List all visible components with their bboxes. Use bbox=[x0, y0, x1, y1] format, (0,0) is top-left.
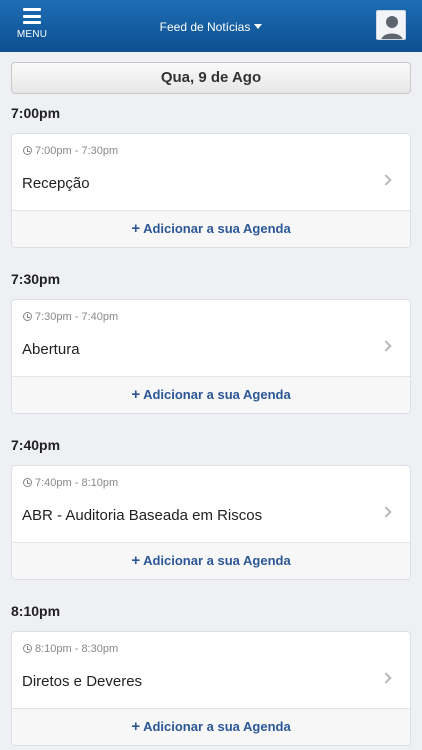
session-title: Recepção bbox=[22, 175, 90, 192]
session-group: 7:00pm 7:00pm - 7:30pm Recepção + Adicion… bbox=[11, 103, 411, 248]
profile-button[interactable] bbox=[376, 10, 406, 40]
clock-icon bbox=[23, 644, 32, 653]
chevron-right-icon bbox=[380, 174, 392, 186]
feed-dropdown[interactable]: Feed de Notícias bbox=[0, 20, 422, 34]
feed-title: Feed de Notícias bbox=[159, 20, 251, 34]
session-card: 8:10pm - 8:30pm Diretos e Deveres + Adici… bbox=[11, 631, 411, 746]
chevron-right-icon bbox=[380, 672, 392, 684]
plus-icon: + bbox=[131, 552, 141, 569]
session-item[interactable]: 7:00pm - 7:30pm Recepção bbox=[12, 134, 410, 210]
time-heading: 7:30pm bbox=[11, 271, 61, 287]
session-time-range: 7:00pm - 7:30pm bbox=[23, 145, 118, 157]
chevron-right-icon bbox=[380, 506, 392, 518]
plus-icon: + bbox=[131, 220, 141, 237]
add-to-agenda-button[interactable]: + Adicionar a sua Agenda bbox=[12, 210, 410, 247]
add-to-agenda-button[interactable]: + Adicionar a sua Agenda bbox=[12, 376, 410, 413]
session-item[interactable]: 7:30pm - 7:40pm Abertura bbox=[12, 300, 410, 376]
session-group: 8:10pm 8:10pm - 8:30pm Diretos e Deveres… bbox=[11, 601, 411, 746]
top-navigation-bar: MENU Feed de Notícias bbox=[0, 0, 422, 52]
session-card: 7:00pm - 7:30pm Recepção + Adicionar a su… bbox=[11, 133, 411, 248]
session-title: ABR - Auditoria Baseada em Riscos bbox=[22, 507, 263, 524]
time-heading: 8:10pm bbox=[11, 603, 61, 619]
session-card: 7:30pm - 7:40pm Abertura + Adicionar a su… bbox=[11, 299, 411, 414]
session-card: 7:40pm - 8:10pm ABR - Auditoria Baseada … bbox=[11, 465, 411, 580]
session-item[interactable]: 7:40pm - 8:10pm ABR - Auditoria Baseada … bbox=[12, 466, 410, 542]
session-time-range: 7:40pm - 8:10pm bbox=[23, 477, 118, 489]
add-to-agenda-button[interactable]: + Adicionar a sua Agenda bbox=[12, 542, 410, 579]
time-heading: 7:00pm bbox=[11, 105, 61, 121]
session-title: Diretos e Deveres bbox=[22, 673, 143, 690]
clock-icon bbox=[23, 146, 32, 155]
plus-icon: + bbox=[131, 386, 141, 403]
clock-icon bbox=[23, 478, 32, 487]
date-selector[interactable]: Qua, 9 de Ago bbox=[11, 62, 411, 94]
add-to-agenda-button[interactable]: + Adicionar a sua Agenda bbox=[12, 708, 410, 745]
session-time-range: 8:10pm - 8:30pm bbox=[23, 643, 118, 655]
avatar-icon bbox=[381, 16, 403, 39]
session-group: 7:40pm 7:40pm - 8:10pm ABR - Auditoria B… bbox=[11, 435, 411, 580]
chevron-right-icon bbox=[380, 340, 392, 352]
session-time-range: 7:30pm - 7:40pm bbox=[23, 311, 118, 323]
session-item[interactable]: 8:10pm - 8:30pm Diretos e Deveres bbox=[12, 632, 410, 708]
session-title: Abertura bbox=[22, 341, 80, 358]
caret-down-icon bbox=[254, 24, 263, 29]
clock-icon bbox=[23, 312, 32, 321]
time-heading: 7:40pm bbox=[11, 437, 61, 453]
session-group: 7:30pm 7:30pm - 7:40pm Abertura + Adicion… bbox=[11, 269, 411, 414]
plus-icon: + bbox=[131, 718, 141, 735]
